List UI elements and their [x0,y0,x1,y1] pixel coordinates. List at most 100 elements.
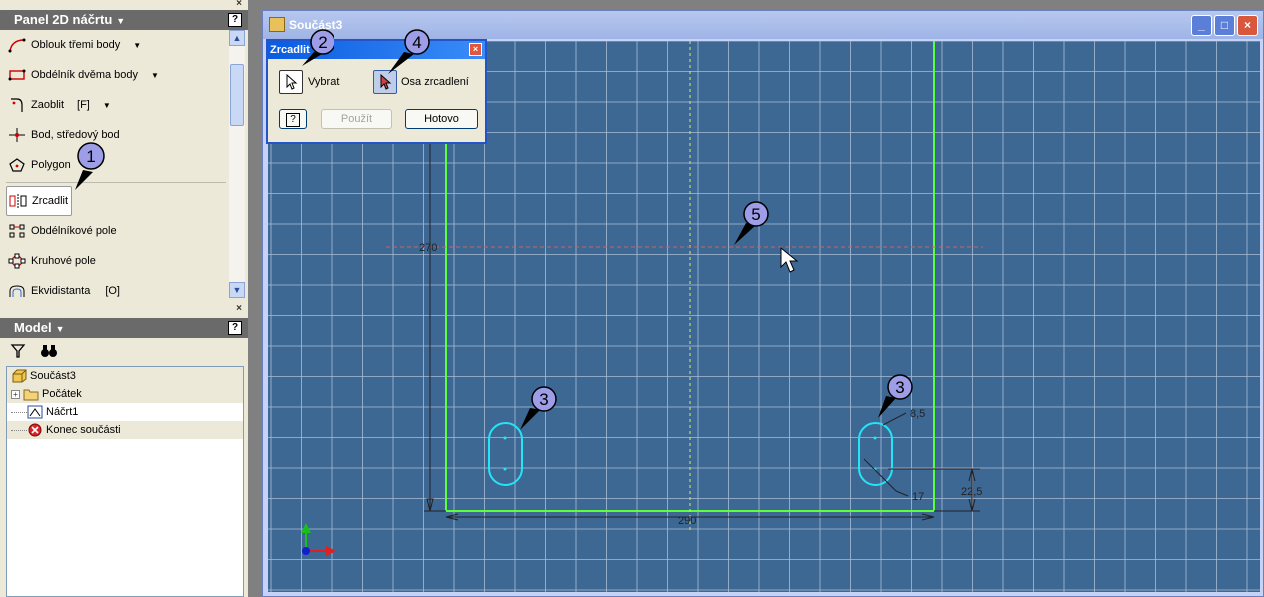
three-point-arc-icon [8,37,26,53]
end-of-part-icon [27,423,43,437]
svg-text:4: 4 [412,33,421,52]
chevron-down-icon: ▼ [116,16,126,26]
callout-2: 2 [302,29,334,66]
tool-mirror[interactable]: Zrcadlit [6,186,72,216]
model-toolbar [0,340,248,364]
close-icon[interactable]: × [469,43,482,56]
minimize-icon[interactable]: _ [1191,15,1212,36]
tool-label: Zrcadlit [32,195,69,207]
center-point-icon [8,127,26,143]
help-button[interactable]: ? [279,109,307,129]
scroll-up-icon[interactable]: ▲ [229,30,245,46]
callout-1: 1 [75,142,105,190]
mirror-axis-label: Osa zrcadlení [401,76,469,88]
height-dimension-value[interactable]: 270 [419,242,437,254]
chevron-down-icon: ▼ [55,324,65,334]
tree-label: Počátek [42,388,82,400]
svg-text:1: 1 [86,147,95,166]
find-binoculars-icon[interactable] [40,343,58,362]
slot-center-point[interactable] [503,467,507,471]
callout-3-left: 3 [520,386,557,430]
done-button[interactable]: Hotovo [405,109,478,129]
callout-3-right: 3 [878,374,913,418]
offset-dimension-value[interactable]: 22,5 [961,486,982,498]
tool-list-scrollbar[interactable]: ▲ ▼ [229,30,245,298]
tool-shortcut: [F] [77,99,90,111]
expand-plus-icon[interactable]: + [11,389,20,399]
tree-item-part[interactable]: Součást3 [7,367,243,385]
model-browser-tree: Součást3 + Počátek Náčrt1 Konec součásti [6,366,244,597]
close-panel-icon[interactable]: × [236,303,242,314]
filter-icon[interactable] [10,343,26,362]
tool-circular-pattern[interactable]: Kruhové pole [8,248,96,274]
tool-label: Obdélníkové pole [31,225,117,237]
dropdown-arrow-icon[interactable]: ▼ [103,101,111,110]
tool-shortcut: [O] [105,285,120,297]
tree-label: Náčrt1 [46,406,79,418]
mirror-icon [9,193,27,209]
tree-item-origin[interactable]: + Počátek [7,385,243,403]
tool-polygon[interactable]: Polygon [8,152,71,178]
tool-label: Oblouk třemi body [31,39,121,51]
tool-label: Ekvidistanta [31,285,91,297]
part-icon [11,369,27,383]
fillet-icon [8,97,26,113]
callout-4: 4 [388,29,430,74]
tool-label: Kruhové pole [31,255,96,267]
model-panel-header[interactable]: Model ▼ ? [0,318,248,338]
offset-icon [8,283,26,299]
tree-label: Konec součásti [46,424,121,436]
tool-label: Zaoblit [31,99,65,111]
sketch-panel-header[interactable]: Panel 2D náčrtu ▼ ? [0,10,248,30]
tree-item-sketch[interactable]: Náčrt1 [7,403,243,421]
select-label: Vybrat [308,76,340,88]
help-icon: ? [286,113,300,127]
folder-icon [23,387,39,401]
apply-button[interactable]: Použít [321,109,392,129]
length-dimension-value[interactable]: 17 [912,491,924,503]
close-panel-icon[interactable]: × [236,0,242,9]
svg-text:3: 3 [895,378,904,397]
dropdown-arrow-icon[interactable]: ▼ [133,41,141,50]
dropdown-arrow-icon[interactable]: ▼ [151,71,159,80]
sketch-panel-title: Panel 2D náčrtu [14,12,113,27]
tool-separator [6,182,226,183]
tool-rectangular-pattern[interactable]: Obdélníkové pole [8,218,117,244]
rectangular-pattern-icon [8,223,26,239]
close-icon[interactable]: × [1237,15,1258,36]
help-icon[interactable]: ? [228,321,242,335]
model-panel-grip[interactable]: × [0,303,248,315]
svg-text:5: 5 [751,205,760,224]
select-button[interactable] [279,70,303,94]
tool-three-point-arc[interactable]: Oblouk třemi body ▼ [8,32,141,58]
width-dimension-value[interactable]: 290 [678,515,696,527]
circular-pattern-icon [8,253,26,269]
scroll-down-icon[interactable]: ▼ [229,282,245,298]
sketch-icon [27,405,43,419]
scroll-thumb[interactable] [230,64,244,126]
help-icon[interactable]: ? [228,13,242,27]
tool-offset[interactable]: Ekvidistanta [O] [8,278,120,304]
tree-connector [11,411,27,413]
svg-text:2: 2 [318,33,327,52]
svg-text:3: 3 [539,390,548,409]
tool-label: Polygon [31,159,71,171]
slot-center-point[interactable] [873,436,877,440]
sketch-tool-list: Oblouk třemi body ▼ Obdélník dvěma body … [0,30,248,300]
tree-connector [11,429,27,431]
sketch-panel-grip[interactable]: × [0,0,248,10]
tool-two-point-rectangle[interactable]: Obdélník dvěma body ▼ [8,62,159,88]
arrow-cursor-icon [286,74,298,90]
slot-center-point[interactable] [503,436,507,440]
tree-label: Součást3 [30,370,76,382]
tree-item-end-of-part[interactable]: Konec součásti [7,421,243,439]
tool-label: Obdélník dvěma body [31,69,139,81]
two-point-rectangle-icon [8,67,26,83]
polygon-icon [8,157,26,173]
part-icon [269,17,285,32]
callout-5: 5 [734,201,769,245]
model-panel-title: Model [14,320,52,335]
origin-point [302,547,310,555]
tool-fillet[interactable]: Zaoblit [F] ▼ [8,92,111,118]
maximize-icon[interactable]: □ [1214,15,1235,36]
